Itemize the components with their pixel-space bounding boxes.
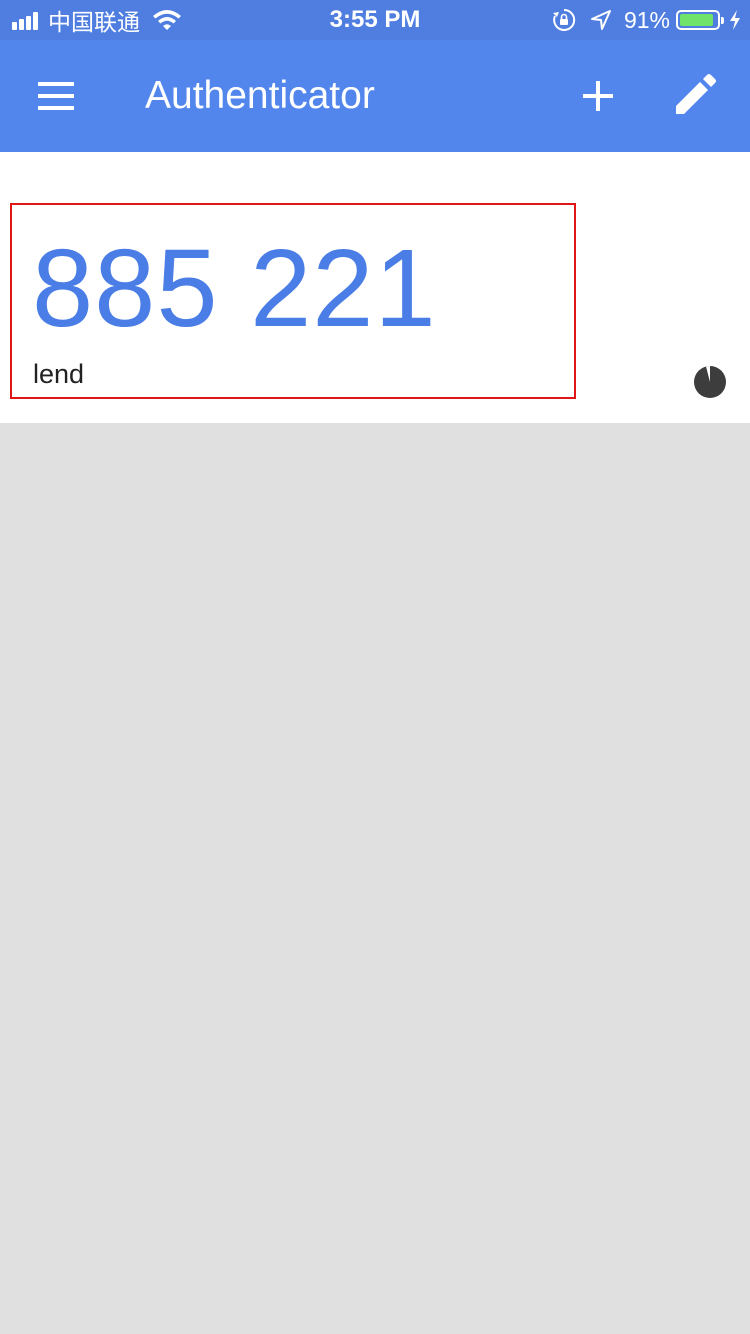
location-arrow-icon: [590, 10, 611, 30]
battery-icon: [676, 10, 724, 30]
menu-icon[interactable]: [24, 68, 88, 124]
status-right: 91%: [552, 0, 742, 40]
account-name: lend: [33, 359, 85, 389]
add-icon[interactable]: [568, 66, 628, 126]
code-highlight-box: 885 221 lend: [10, 203, 576, 399]
countdown-timer-icon: [694, 365, 726, 398]
otp-code[interactable]: 885 221: [32, 229, 437, 349]
status-bar: 中国联通 3:55 PM 91%: [0, 0, 750, 40]
app-bar: Authenticator: [0, 40, 750, 152]
edit-pencil-icon[interactable]: [664, 66, 724, 126]
battery-fill: [680, 14, 713, 26]
rotation-lock-icon: [552, 8, 576, 31]
account-card[interactable]: 885 221 lend: [0, 152, 750, 423]
battery-percent: 91%: [623, 6, 670, 33]
app-title: Authenticator: [145, 74, 375, 117]
charging-bolt-icon: [730, 10, 740, 30]
